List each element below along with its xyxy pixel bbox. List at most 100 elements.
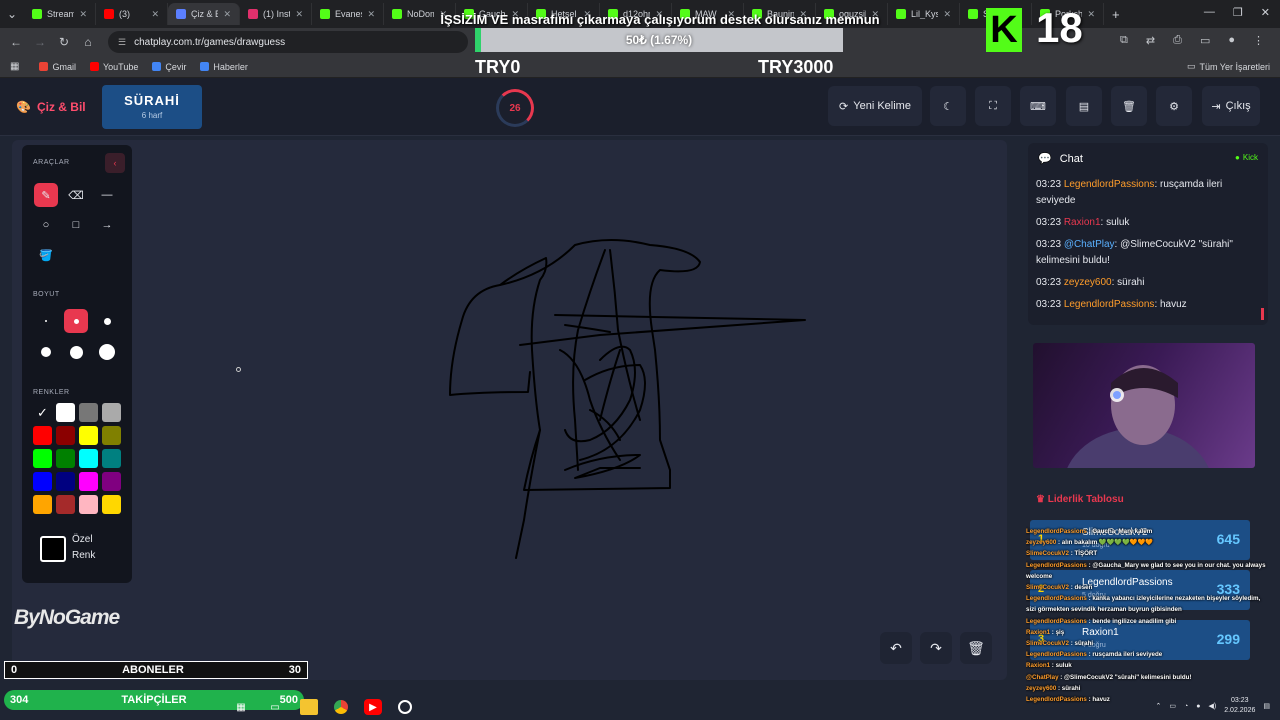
- size-3[interactable]: [95, 309, 119, 333]
- color-swatch[interactable]: [79, 403, 98, 422]
- eraser-tool[interactable]: ⌫: [64, 183, 88, 207]
- bookmark-item[interactable]: Gmail: [39, 62, 76, 72]
- bookmark-item[interactable]: Çevir: [152, 62, 186, 72]
- undo-button[interactable]: ↶: [880, 632, 912, 664]
- chat-user[interactable]: LegendlordPassions: [1064, 299, 1155, 310]
- size-4[interactable]: [34, 340, 58, 364]
- profile-icon[interactable]: ●: [1228, 34, 1235, 47]
- color-swatch[interactable]: [33, 449, 52, 468]
- new-tab-button[interactable]: +: [1112, 7, 1120, 22]
- size-5[interactable]: [64, 340, 88, 364]
- home-icon[interactable]: ⌂: [76, 35, 100, 49]
- color-swatch[interactable]: [102, 495, 121, 514]
- color-swatch[interactable]: [79, 449, 98, 468]
- bookmark-item[interactable]: YouTube: [89, 62, 138, 72]
- volume-icon[interactable]: ◀): [1209, 702, 1217, 710]
- url-field[interactable]: ☰ chatplay.com.tr/games/drawguess: [108, 31, 468, 53]
- color-swatch[interactable]: [79, 472, 98, 491]
- site-info-icon[interactable]: ☰: [118, 37, 126, 48]
- color-swatch[interactable]: [33, 495, 52, 514]
- chat-user[interactable]: zeyzey600: [1064, 277, 1112, 288]
- fullscreen-button[interactable]: ⛶: [975, 86, 1011, 126]
- clear-canvas-button[interactable]: 🗑: [960, 632, 992, 664]
- forward-icon[interactable]: →: [28, 35, 52, 49]
- apps-grid-icon[interactable]: ▦: [10, 61, 19, 72]
- network-icon[interactable]: ◔: [1184, 703, 1188, 710]
- tab-search-icon[interactable]: ⌄: [0, 7, 24, 21]
- all-bookmarks[interactable]: ▭ Tüm Yer İşaretleri: [1187, 61, 1270, 72]
- chat-user[interactable]: Raxion1: [1064, 217, 1101, 228]
- trash-button[interactable]: 🗑: [1111, 86, 1147, 126]
- youtube-icon[interactable]: ▶: [364, 699, 382, 715]
- browser-tab[interactable]: Evanes ✕: [312, 3, 384, 25]
- rectangle-tool[interactable]: □: [64, 213, 88, 237]
- print-icon[interactable]: ⎙: [1173, 34, 1182, 47]
- collapse-panel-button[interactable]: ‹: [105, 153, 125, 173]
- color-swatch[interactable]: [56, 403, 75, 422]
- color-swatch[interactable]: ✓: [33, 403, 52, 422]
- dark-mode-button[interactable]: ☾: [930, 86, 966, 126]
- close-tab-icon[interactable]: ✕: [223, 9, 231, 20]
- color-swatch[interactable]: [102, 403, 121, 422]
- exit-button[interactable]: ⇥ Çıkış: [1202, 86, 1260, 126]
- custom-color-button[interactable]: [40, 536, 66, 562]
- close-tab-icon[interactable]: ✕: [151, 9, 159, 20]
- color-swatch[interactable]: [56, 449, 75, 468]
- chevron-up-icon[interactable]: ⌃: [1156, 702, 1162, 710]
- close-tab-icon[interactable]: ✕: [943, 9, 951, 20]
- size-6[interactable]: [95, 340, 119, 364]
- close-tab-icon[interactable]: ✕: [295, 9, 303, 20]
- reload-icon[interactable]: ↻: [52, 35, 76, 49]
- chat-user[interactable]: @ChatPlay: [1064, 239, 1115, 250]
- chat-scrollbar[interactable]: [1261, 308, 1264, 320]
- color-swatch[interactable]: [33, 426, 52, 445]
- game-logo[interactable]: 🎨 Çiz & Bil: [16, 100, 86, 114]
- redo-button[interactable]: ↷: [920, 632, 952, 664]
- size-1[interactable]: [34, 309, 58, 333]
- close-tab-icon[interactable]: ✕: [79, 9, 87, 20]
- color-swatch[interactable]: [79, 495, 98, 514]
- clock[interactable]: 03:23 2.02.2026: [1224, 696, 1255, 716]
- arrow-tool[interactable]: →: [95, 213, 119, 237]
- color-swatch[interactable]: [79, 426, 98, 445]
- close-tab-icon[interactable]: ✕: [367, 9, 375, 20]
- chat-user[interactable]: LegendlordPassions: [1064, 179, 1155, 190]
- browser-tab[interactable]: Stream ✕: [24, 3, 96, 25]
- file-explorer-icon[interactable]: ▭: [266, 699, 284, 715]
- color-swatch[interactable]: [33, 472, 52, 491]
- back-icon[interactable]: ←: [4, 35, 28, 49]
- size-2[interactable]: [64, 309, 88, 333]
- color-swatch[interactable]: [56, 426, 75, 445]
- chrome-icon[interactable]: [332, 699, 350, 715]
- color-swatch[interactable]: [102, 472, 121, 491]
- folder-icon[interactable]: [300, 699, 318, 715]
- restore-icon[interactable]: ❐: [1233, 6, 1243, 19]
- menu-icon[interactable]: ⋮: [1253, 34, 1264, 47]
- drawing-canvas[interactable]: [12, 140, 1007, 680]
- color-swatch[interactable]: [56, 495, 75, 514]
- close-tab-icon[interactable]: ✕: [1087, 9, 1095, 20]
- notifications-icon[interactable]: ▤: [1263, 702, 1270, 710]
- color-swatch[interactable]: [102, 449, 121, 468]
- color-swatch[interactable]: [102, 426, 121, 445]
- browser-tab[interactable]: (1) Insta ✕: [240, 3, 312, 25]
- browser-tab[interactable]: Çiz & Bi ✕: [168, 3, 240, 25]
- cast-icon[interactable]: ▭: [1200, 34, 1210, 47]
- archive-button[interactable]: ▤: [1066, 86, 1102, 126]
- color-swatch[interactable]: [56, 472, 75, 491]
- new-word-button[interactable]: ⟳ Yeni Kelime: [828, 86, 922, 126]
- circle-tool[interactable]: ○: [34, 213, 58, 237]
- translate-icon[interactable]: ⇄: [1146, 34, 1155, 47]
- bookmark-item[interactable]: Haberler: [200, 62, 248, 72]
- mic-icon[interactable]: ●: [1196, 703, 1200, 710]
- browser-tab[interactable]: (3) ✕: [96, 3, 168, 25]
- line-tool[interactable]: —: [95, 183, 119, 207]
- settings-button[interactable]: ⚙: [1156, 86, 1192, 126]
- task-view-icon[interactable]: ▦: [232, 699, 250, 715]
- keyboard-button[interactable]: ⌨: [1020, 86, 1056, 126]
- minimize-icon[interactable]: —: [1204, 6, 1215, 19]
- brush-tool[interactable]: ✎: [34, 183, 58, 207]
- fill-tool[interactable]: 🪣: [34, 243, 58, 267]
- obs-icon[interactable]: [396, 699, 414, 715]
- extensions-icon[interactable]: ⧉: [1120, 34, 1128, 47]
